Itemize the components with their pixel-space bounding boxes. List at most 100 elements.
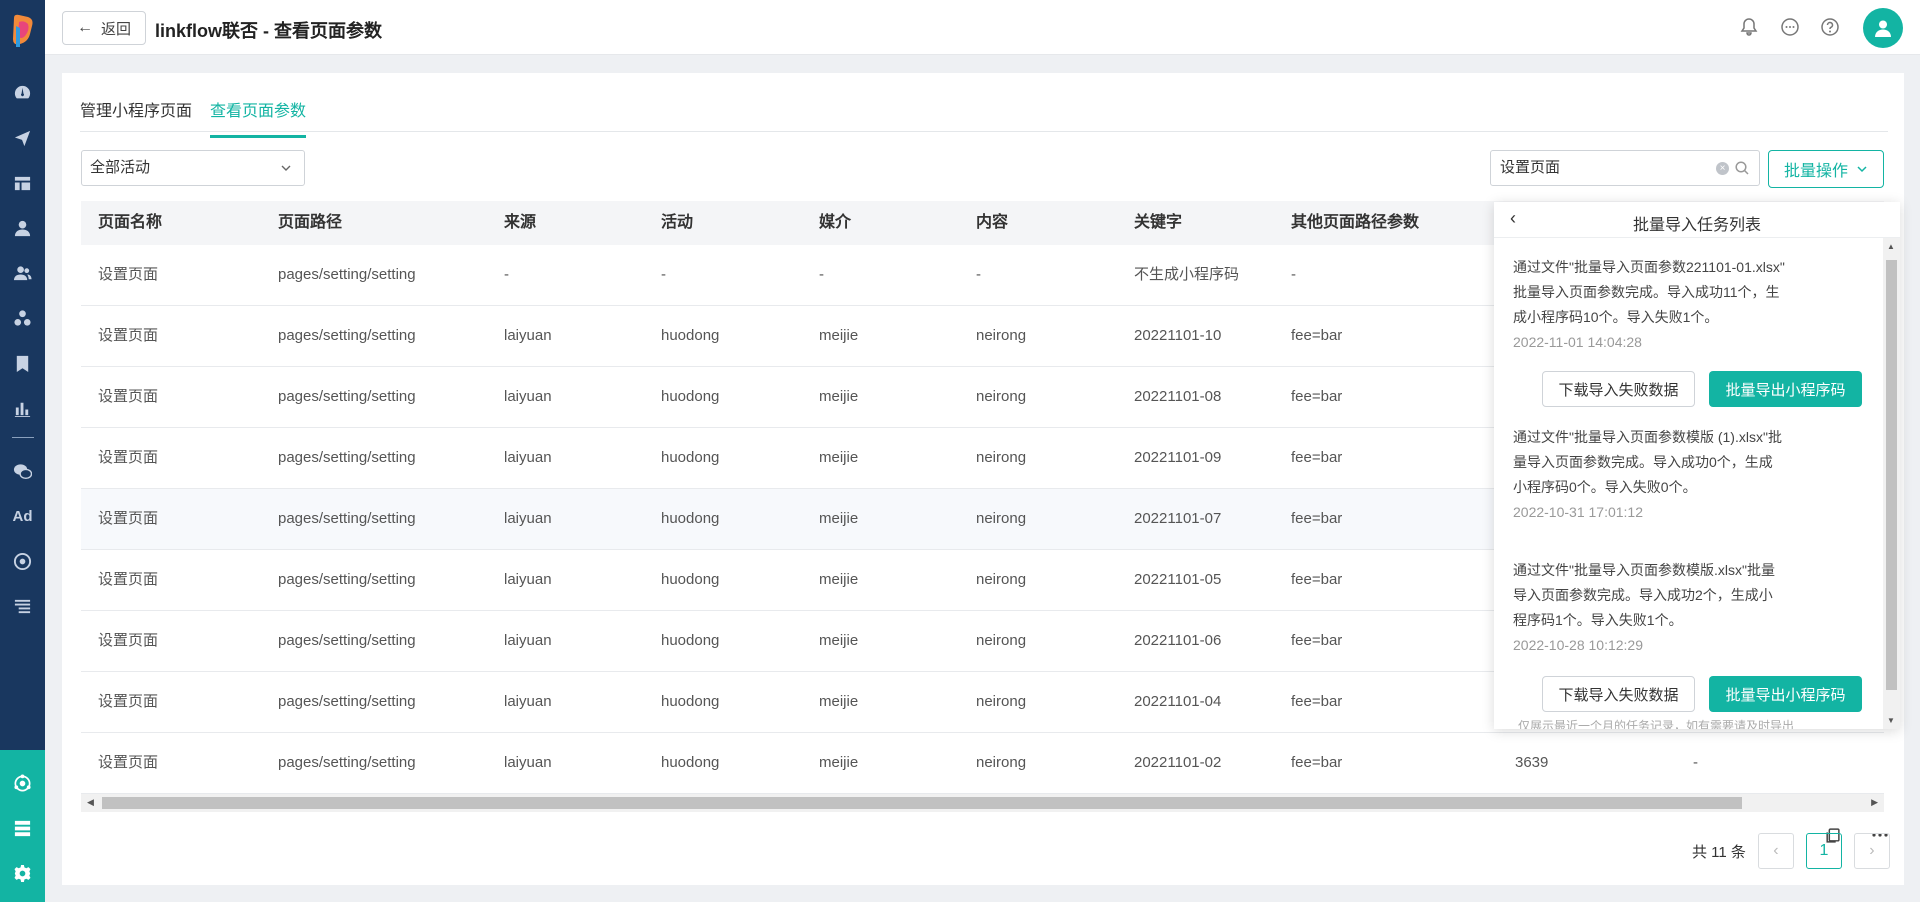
chevron-down-icon: [1857, 166, 1867, 173]
download-failed-data-button[interactable]: 下载导入失败数据: [1542, 676, 1695, 712]
cell-content: neirong: [976, 388, 1027, 405]
clear-icon[interactable]: ×: [1716, 162, 1729, 175]
activity-select-value: 全部活动: [90, 159, 151, 176]
sidebar: Ad: [0, 0, 45, 902]
scroll-up-icon[interactable]: ▲: [1887, 242, 1895, 251]
app-logo-icon[interactable]: [10, 14, 36, 48]
cell-content: neirong: [976, 327, 1027, 344]
popover-title: 批量导入任务列表: [1632, 217, 1761, 234]
top-header: ← 返回 linkflow联否 - 查看页面参数: [45, 0, 1920, 55]
target-icon[interactable]: [0, 546, 45, 576]
cell-source: laiyuan: [504, 510, 552, 527]
cell-extra-count: 3639: [1515, 754, 1549, 771]
cell-source: laiyuan: [504, 571, 552, 588]
download-failed-data-button[interactable]: 下载导入失败数据: [1542, 371, 1695, 407]
cell-other-params: fee=bar: [1291, 510, 1343, 527]
pagination: 共 11 条 ‹ 1 ›: [1692, 833, 1890, 869]
task-item: 通过文件"批量导入页面参数221101-01.xlsx" 批量导入页面参数完成。…: [1513, 255, 1813, 355]
send-icon[interactable]: [0, 123, 45, 153]
search-icon[interactable]: [1734, 160, 1750, 176]
cell-keyword: 20221101-09: [1134, 449, 1222, 466]
cell-keyword: 不生成小程序码: [1134, 266, 1240, 283]
message-icon[interactable]: [1780, 17, 1800, 37]
column-header: 其他页面路径参数: [1291, 214, 1420, 231]
task-item: 通过文件"批量导入页面参数模版.xlsx"批量 导入页面参数完成。导入成功2个，…: [1513, 558, 1813, 658]
cell-activity: huodong: [661, 510, 720, 527]
page-number-button[interactable]: 1: [1805, 833, 1842, 869]
task-text-line: 小程序码0个。导入失败0个。: [1513, 479, 1697, 495]
scroll-down-icon[interactable]: ▼: [1887, 716, 1895, 725]
cell-activity: -: [661, 266, 666, 283]
list-icon[interactable]: [0, 591, 45, 621]
scrollbar-thumb[interactable]: [1886, 260, 1897, 690]
cell-content: neirong: [976, 449, 1027, 466]
cell-page-name: 设置页面: [98, 571, 159, 588]
task-date: 2022-11-01 14:04:28: [1513, 334, 1642, 350]
task-text-line: 批量导入页面参数完成。导入成功11个，生: [1513, 284, 1780, 300]
tab-manage-pages[interactable]: 管理小程序页面: [80, 97, 192, 135]
cell-keyword: 20221101-04: [1134, 693, 1222, 710]
server-icon[interactable]: [0, 813, 45, 843]
cell-content: neirong: [976, 754, 1027, 771]
cell-source: laiyuan: [504, 693, 552, 710]
cell-keyword: 20221101-06: [1134, 632, 1222, 649]
cell-keyword: 20221101-10: [1134, 327, 1222, 344]
export-mini-program-codes-button[interactable]: 批量导出小程序码: [1709, 676, 1862, 712]
cell-source: laiyuan: [504, 754, 552, 771]
cell-medium: meijie: [819, 449, 859, 466]
scrollbar-thumb[interactable]: [102, 797, 1742, 809]
next-page-button[interactable]: ›: [1853, 833, 1890, 869]
cell-other-params: fee=bar: [1291, 571, 1343, 588]
cell-page-name: 设置页面: [98, 449, 159, 466]
task-date: 2022-10-31 17:01:12: [1513, 504, 1643, 520]
task-item: 通过文件"批量导入页面参数模版 (1).xlsx"批 量导入页面参数完成。导入成…: [1513, 425, 1813, 525]
bar-chart-icon[interactable]: [0, 393, 45, 423]
users-icon[interactable]: [0, 258, 45, 288]
wechat-icon[interactable]: [0, 456, 45, 486]
cell-page-path: pages/setting/setting: [278, 632, 416, 649]
ad-icon[interactable]: Ad: [0, 501, 45, 531]
column-header: 内容: [976, 214, 1009, 231]
cell-source: laiyuan: [504, 632, 552, 649]
cell-activity: huodong: [661, 571, 720, 588]
tab-bar: 管理小程序页面 查看页面参数: [80, 73, 1888, 138]
cell-other-params: fee=bar: [1291, 754, 1343, 771]
layout-icon[interactable]: [0, 168, 45, 198]
hub-icon[interactable]: [0, 768, 45, 798]
cell-keyword: 20221101-08: [1134, 388, 1222, 405]
bookmark-icon[interactable]: [0, 348, 45, 378]
batch-import-task-popover: ‹ 批量导入任务列表 通过文件"批量导入页面参数221101-01.xlsx" …: [1494, 202, 1900, 729]
table-row[interactable]: 设置页面 pages/setting/setting laiyuan huodo…: [81, 733, 1884, 794]
user-avatar-icon: [1875, 20, 1891, 37]
avatar[interactable]: [1863, 8, 1903, 48]
column-header: 关键字: [1134, 214, 1183, 231]
cell-source: laiyuan: [504, 449, 552, 466]
user-icon[interactable]: [0, 213, 45, 243]
popover-scrollbar[interactable]: ▲ ▼: [1883, 238, 1900, 729]
scroll-left-icon[interactable]: ◀: [87, 797, 94, 808]
batch-operations-label: 批量操作: [1783, 163, 1848, 180]
cell-medium: meijie: [819, 693, 859, 710]
dashboard-icon[interactable]: [0, 77, 45, 107]
export-mini-program-codes-button[interactable]: 批量导出小程序码: [1709, 371, 1862, 407]
batch-operations-button[interactable]: 批量操作: [1768, 150, 1884, 188]
segments-icon[interactable]: [0, 303, 45, 333]
search-input[interactable]: 设置页面 ×: [1490, 150, 1760, 186]
cell-page-path: pages/setting/setting: [278, 266, 416, 283]
task-date: 2022-10-28 10:12:29: [1513, 637, 1643, 653]
activity-select[interactable]: 全部活动: [81, 150, 305, 186]
cell-other-params: fee=bar: [1291, 327, 1343, 344]
task-text-line: 通过文件"批量导入页面参数模版 (1).xlsx"批: [1513, 429, 1782, 445]
prev-page-button[interactable]: ‹: [1757, 833, 1794, 869]
task-text-line: 成小程序码10个。导入失败1个。: [1513, 309, 1719, 325]
help-icon[interactable]: [1820, 17, 1840, 37]
bell-icon[interactable]: [1739, 17, 1759, 37]
settings-gear-icon[interactable]: [0, 858, 45, 888]
horizontal-scrollbar[interactable]: ◀ ▶: [81, 794, 1884, 812]
cell-activity: huodong: [661, 327, 720, 344]
tab-page-params[interactable]: 查看页面参数: [210, 97, 307, 138]
cell-page-path: pages/setting/setting: [278, 327, 416, 344]
scroll-right-icon[interactable]: ▶: [1871, 797, 1878, 808]
cell-source: laiyuan: [504, 327, 552, 344]
back-button[interactable]: ← 返回: [62, 11, 146, 45]
